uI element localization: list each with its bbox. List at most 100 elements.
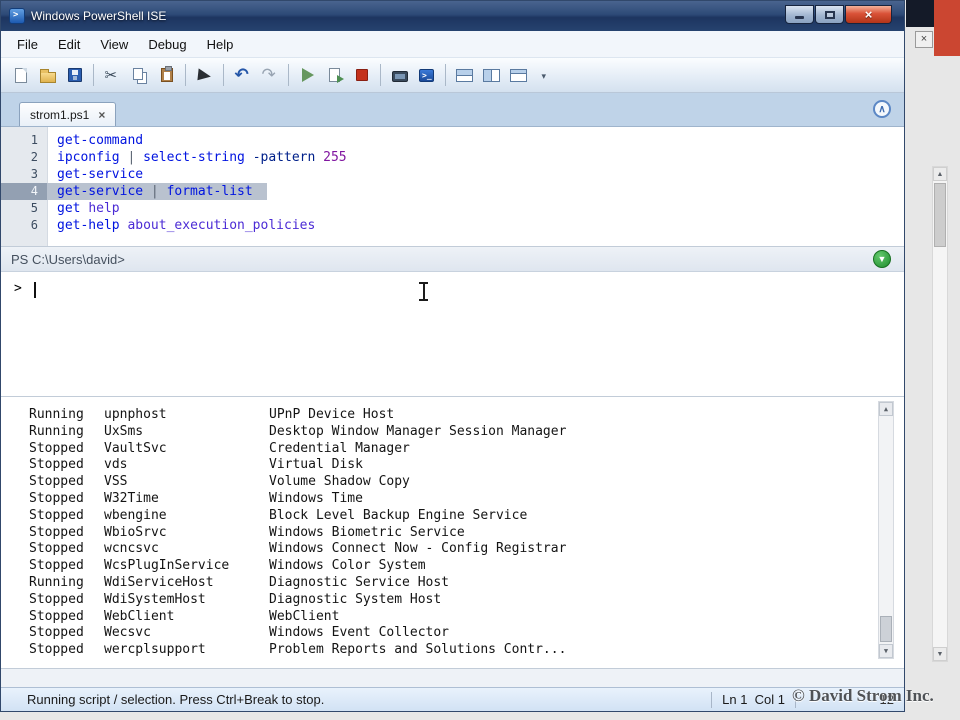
powershell-ise-window: Windows PowerShell ISE × FileEditViewDeb… [0, 0, 905, 712]
window-controls: × [785, 1, 898, 24]
menu-edit[interactable]: Edit [48, 34, 90, 55]
new-remote-powershell-tab-button[interactable] [386, 63, 413, 88]
tab-label: strom1.ps1 [30, 107, 90, 122]
layout-script-pane-max-button[interactable] [505, 63, 532, 88]
service-row: Stopped VSS Volume Shadow Copy [29, 474, 904, 491]
play-icon [301, 68, 314, 82]
service-row: Stopped VaultSvc Credential Manager [29, 441, 904, 458]
cut-button[interactable] [99, 63, 126, 88]
service-description: UPnP Device Host [269, 407, 395, 422]
status-bar: Running script / selection. Press Ctrl+B… [1, 687, 904, 711]
start-powershell-console-button[interactable] [413, 63, 440, 88]
service-description: Windows Connect Now - Config Registrar [269, 541, 567, 557]
side-panel-close-button[interactable]: × [915, 31, 933, 48]
window-title: Windows PowerShell ISE [31, 9, 167, 23]
run-script-button[interactable] [294, 63, 321, 88]
service-list: Running upnphost UPnP Device Host Running Ux… [1, 397, 904, 659]
output-pane[interactable]: Running upnphost UPnP Device Host Running Ux… [1, 397, 904, 669]
editor-line[interactable]: 6 get-help about_execution_policies [1, 217, 904, 234]
toolbar-overflow-button[interactable] [532, 63, 559, 88]
service-row: Stopped wbengine Block Level Backup Engine… [29, 508, 904, 525]
clear-output-button[interactable] [191, 63, 218, 88]
clipboard-icon [160, 66, 173, 82]
line-text: get-help about_execution_policies [57, 218, 316, 233]
tab-strom1[interactable]: strom1.ps1 × [19, 102, 117, 126]
undo-button[interactable] [229, 63, 256, 88]
run-selection-button[interactable] [321, 63, 348, 88]
scissors-icon [105, 66, 121, 84]
triangle-down-icon: ▼ [883, 647, 889, 655]
scroll-up-button[interactable]: ▲ [879, 402, 893, 416]
tab-strip: strom1.ps1 × ∧ [1, 93, 904, 127]
line-number: 1 [30, 133, 38, 147]
line-number: 5 [30, 201, 38, 215]
maximize-button[interactable] [815, 5, 844, 24]
command-prompt: > [14, 281, 22, 296]
prompt-path-label: PS C:\Users\david> [11, 251, 125, 267]
redo-button[interactable] [256, 63, 283, 88]
status-message: Running script / selection. Press Ctrl+B… [27, 692, 325, 707]
line-text: get-service | format-list [47, 183, 267, 200]
service-name: UxSms [104, 423, 144, 439]
menu-file[interactable]: File [7, 34, 48, 55]
side-panel-accent-block [934, 0, 960, 56]
service-description: Windows Biometric Service [269, 524, 465, 540]
open-script-button[interactable] [34, 63, 61, 88]
service-description: Virtual Disk [269, 457, 363, 473]
line-text: get help [57, 201, 120, 216]
new-file-icon [14, 67, 27, 83]
page-scrollbar[interactable]: ▲ ▼ [932, 166, 948, 662]
toolbar-separator [185, 64, 186, 86]
service-name: upnphost [104, 407, 167, 422]
close-button[interactable]: × [845, 5, 892, 24]
editor-line[interactable]: 4 get-service | format-list [1, 183, 904, 200]
service-description: Desktop Window Manager Session Manager [269, 423, 567, 439]
page-scroll-up-button[interactable]: ▲ [933, 167, 947, 181]
service-name: VaultSvc [104, 440, 167, 456]
page-scroll-down-button[interactable]: ▼ [933, 647, 947, 661]
save-button[interactable] [61, 63, 88, 88]
new-script-button[interactable] [7, 63, 34, 88]
scrollbar-thumb[interactable] [880, 616, 892, 642]
editor-line[interactable]: 3 get-service [1, 166, 904, 183]
layout-script-pane-right-button[interactable] [478, 63, 505, 88]
service-description: Windows Color System [269, 558, 426, 574]
service-status: Stopped [29, 457, 84, 473]
editor-line[interactable]: 5 get help [1, 200, 904, 217]
minimize-button[interactable] [785, 5, 814, 24]
title-bar[interactable]: Windows PowerShell ISE × [1, 1, 904, 31]
expand-command-pane-button[interactable]: ▼ [873, 250, 891, 268]
service-row: Stopped WebClient WebClient [29, 609, 904, 626]
line-number: 2 [30, 150, 38, 164]
service-row: Stopped Wecsvc Windows Event Collector [29, 625, 904, 642]
tab-close-icon[interactable]: × [98, 109, 105, 121]
scroll-down-button[interactable]: ▼ [879, 644, 893, 658]
collapse-script-pane-button[interactable]: ∧ [873, 100, 891, 118]
editor-line[interactable]: 1 get-command [1, 132, 904, 149]
layout-script-pane-top-button[interactable] [451, 63, 478, 88]
stop-square-icon [355, 69, 368, 81]
triangle-down-icon: ▼ [936, 650, 944, 658]
editor-lines: 1 get-command 2 ipconfig | select-string -p… [1, 127, 904, 234]
service-name: vds [104, 457, 128, 473]
page-scrollbar-thumb[interactable] [934, 183, 946, 247]
command-input-pane[interactable]: > [1, 272, 904, 397]
line-number: 6 [30, 218, 38, 232]
service-status: Stopped [29, 608, 84, 624]
paste-button[interactable] [153, 63, 180, 88]
copy-button[interactable] [126, 63, 153, 88]
menu-view[interactable]: View [90, 34, 138, 55]
layout-single-pane-icon [510, 68, 527, 82]
menu-help[interactable]: Help [197, 34, 244, 55]
editor-line[interactable]: 2 ipconfig | select-string -pattern 255 [1, 149, 904, 166]
output-scrollbar[interactable]: ▲ ▼ [878, 401, 894, 659]
line-text: ipconfig | select-string -pattern 255 [57, 150, 347, 165]
script-editor-pane[interactable]: 1 get-command 2 ipconfig | select-string -p… [1, 127, 904, 247]
service-description: Volume Shadow Copy [269, 474, 410, 490]
menu-debug[interactable]: Debug [138, 34, 196, 55]
stop-execution-button[interactable] [348, 63, 375, 88]
close-icon: × [864, 7, 873, 22]
video-watermark: © David Strom Inc. [792, 686, 934, 705]
service-description: Diagnostic System Host [269, 591, 442, 607]
service-status: Stopped [29, 474, 84, 490]
